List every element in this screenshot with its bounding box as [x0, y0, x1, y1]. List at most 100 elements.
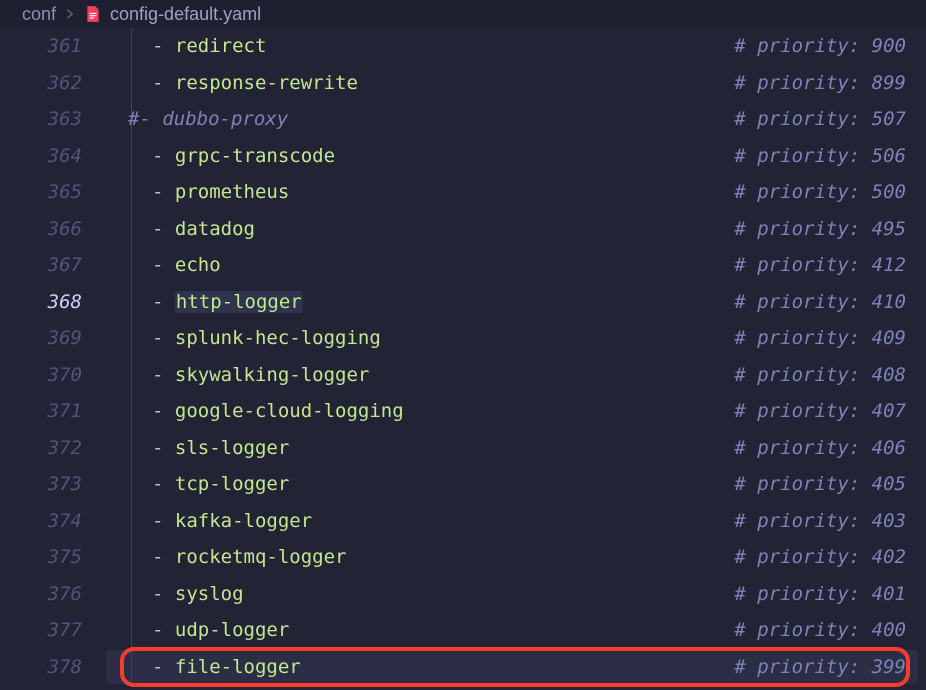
- yaml-dash: -: [152, 546, 175, 568]
- code-content: - sls-logger # priority: 406: [106, 437, 926, 459]
- yaml-dash: -: [152, 656, 175, 678]
- priority-comment: # priority: 408: [734, 364, 906, 386]
- yaml-dash: -: [152, 327, 175, 349]
- line-number: 377: [0, 619, 106, 641]
- line-number: 374: [0, 510, 106, 532]
- priority-comment: # priority: 409: [734, 327, 906, 349]
- code-editor[interactable]: 361 - redirect # priority: 900 362- respons…: [0, 28, 926, 690]
- plugin-name-commented: dubbo-proxy: [162, 108, 288, 130]
- code-line[interactable]: 365- prometheus# priority: 500: [0, 174, 926, 211]
- code-line[interactable]: 372 - sls-logger # priority: 406: [0, 430, 926, 467]
- code-content: - syslog # priority: 401: [106, 583, 926, 605]
- code-content: - splunk-hec-logging # priority: 409: [106, 327, 926, 349]
- plugin-name: tcp-logger: [175, 473, 289, 495]
- code-line[interactable]: 375- rocketmq-logger# priority: 402: [0, 539, 926, 576]
- code-line[interactable]: 362- response-rewrite# priority: 899: [0, 65, 926, 102]
- yaml-dash: -: [152, 437, 175, 459]
- yaml-dash: -: [152, 218, 175, 240]
- code-line[interactable]: 377 - udp-logger # priority: 400: [0, 612, 926, 649]
- yaml-file-icon: [84, 5, 102, 23]
- line-number: 370: [0, 364, 106, 386]
- yaml-dash: -: [152, 35, 175, 57]
- code-content: - rocketmq-logger # priority: 402: [106, 546, 926, 568]
- plugin-name: rocketmq-logger: [175, 546, 347, 568]
- priority-comment: # priority: 506: [734, 145, 906, 167]
- breadcrumb-filename[interactable]: config-default.yaml: [110, 4, 261, 25]
- code-line[interactable]: 368 - http-logger # priority: 410: [0, 284, 926, 321]
- line-number: 378: [0, 656, 106, 678]
- line-number: 361: [0, 35, 106, 57]
- yaml-dash: -: [152, 619, 175, 641]
- yaml-dash: -: [152, 583, 175, 605]
- plugin-name: splunk-hec-logging: [175, 327, 381, 349]
- plugin-name: skywalking-logger: [175, 364, 369, 386]
- yaml-dash: -: [152, 145, 175, 167]
- priority-comment: # priority: 401: [734, 583, 906, 605]
- code-content: - file-logger # priority: 399: [106, 656, 926, 678]
- priority-comment: # priority: 403: [734, 510, 906, 532]
- plugin-name: grpc-transcode: [175, 145, 335, 167]
- code-line[interactable]: 370 - skywalking-logger # priority: 408: [0, 357, 926, 394]
- code-line[interactable]: 364- grpc-transcode# priority: 506: [0, 138, 926, 175]
- plugin-name: kafka-logger: [175, 510, 312, 532]
- plugin-name: redirect: [175, 35, 267, 57]
- priority-comment: # priority: 406: [734, 437, 906, 459]
- yaml-dash: -: [152, 400, 175, 422]
- plugin-name: file-logger: [175, 656, 301, 678]
- code-content: - kafka-logger # priority: 403: [106, 510, 926, 532]
- code-line[interactable]: 367 - echo # priority: 412: [0, 247, 926, 284]
- priority-comment: # priority: 399: [734, 656, 906, 678]
- code-content: - http-logger # priority: 410: [106, 291, 926, 313]
- plugin-name: http-logger: [175, 291, 303, 313]
- yaml-dash: -: [152, 72, 175, 94]
- code-line[interactable]: 378 - file-logger # priority: 399: [0, 649, 926, 686]
- code-line[interactable]: 371 - google-cloud-logging # priority: 407: [0, 393, 926, 430]
- code-line[interactable]: 374 - kafka-logger # priority: 403: [0, 503, 926, 540]
- plugin-name: prometheus: [175, 181, 289, 203]
- priority-comment: # priority: 900: [734, 35, 906, 57]
- code-content: - prometheus# priority: 500: [106, 181, 926, 203]
- yaml-dash: -: [152, 364, 175, 386]
- line-number: 368: [0, 291, 106, 313]
- plugin-name: syslog: [175, 583, 244, 605]
- line-number: 365: [0, 181, 106, 203]
- code-line[interactable]: 361 - redirect # priority: 900: [0, 28, 926, 65]
- priority-comment: # priority: 507: [734, 108, 906, 130]
- code-content: - response-rewrite# priority: 899: [106, 72, 926, 94]
- code-line[interactable]: 376 - syslog # priority: 401: [0, 576, 926, 613]
- plugin-name: udp-logger: [175, 619, 289, 641]
- code-content: - skywalking-logger # priority: 408: [106, 364, 926, 386]
- line-number: 371: [0, 400, 106, 422]
- priority-comment: # priority: 899: [734, 72, 906, 94]
- line-number: 369: [0, 327, 106, 349]
- plugin-name: echo: [175, 254, 221, 276]
- code-content: - tcp-logger# priority: 405: [106, 473, 926, 495]
- line-number: 372: [0, 437, 106, 459]
- code-line[interactable]: 366- datadog# priority: 495: [0, 211, 926, 248]
- priority-comment: # priority: 407: [734, 400, 906, 422]
- yaml-dash: -: [152, 510, 175, 532]
- line-number: 363: [0, 108, 106, 130]
- yaml-dash: -: [152, 254, 175, 276]
- breadcrumb-folder[interactable]: conf: [22, 4, 56, 25]
- line-number: 367: [0, 254, 106, 276]
- code-content: - redirect # priority: 900: [106, 35, 926, 57]
- priority-comment: # priority: 500: [734, 181, 906, 203]
- code-line[interactable]: 363 #- dubbo-proxy # priority: 507: [0, 101, 926, 138]
- priority-comment: # priority: 410: [734, 291, 906, 313]
- priority-comment: # priority: 412: [734, 254, 906, 276]
- code-content: - echo # priority: 412: [106, 254, 926, 276]
- plugin-name: datadog: [175, 218, 255, 240]
- comment-dash: #-: [128, 108, 162, 130]
- yaml-dash: -: [152, 291, 175, 313]
- line-number: 376: [0, 583, 106, 605]
- code-line[interactable]: 373- tcp-logger# priority: 405: [0, 466, 926, 503]
- line-number: 366: [0, 218, 106, 240]
- plugin-name: google-cloud-logging: [175, 400, 404, 422]
- priority-comment: # priority: 400: [734, 619, 906, 641]
- priority-comment: # priority: 402: [734, 546, 906, 568]
- plugin-name: sls-logger: [175, 437, 289, 459]
- line-number: 373: [0, 473, 106, 495]
- code-content: #- dubbo-proxy # priority: 507: [106, 108, 926, 130]
- code-line[interactable]: 369 - splunk-hec-logging # priority: 409: [0, 320, 926, 357]
